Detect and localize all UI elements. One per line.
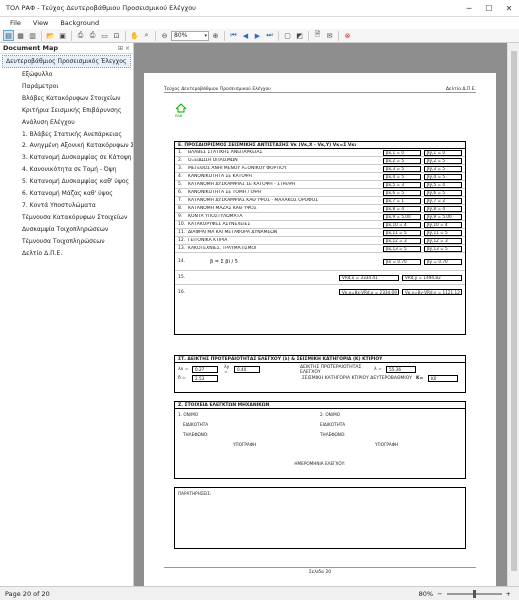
beta-row: 10. ΚΑΤΑΚΟΡΥΦΕΣ ΑΣΥΝΕΧΕΙΕΣ βx,10 = 4 βy,10 … bbox=[175, 221, 465, 229]
docmap-item[interactable]: 5. Κατανομή Δυσκαμψίας καθ' ύψος bbox=[0, 176, 133, 188]
docmap-item[interactable]: 2. Ανηγμένη Αξονική Κατακόρυφων Στ... bbox=[0, 140, 133, 152]
chevron-down-icon: ▾ bbox=[204, 32, 207, 39]
docmap-item[interactable]: 1. Βλάβες Στατικής Ανεπάρκειας bbox=[0, 129, 133, 141]
menu-view[interactable]: View bbox=[27, 19, 54, 27]
first-page-icon[interactable]: ⏮ bbox=[228, 30, 239, 41]
close-preview-icon[interactable]: ⊗ bbox=[342, 30, 353, 41]
section-z: Ζ. ΣΤΟΙΧΕΙΑ ΕΛΕΓΚΤΩΝ ΜΗΧΑΝΙΚΩΝ 1. ΟΝ/ΜΟ … bbox=[174, 401, 466, 479]
docmap-root[interactable]: Δευτεροβάθμιος Προσεισμικός Έλεγχος bbox=[2, 55, 131, 68]
lambda-row: λx = 0.27 λy = 0.40 ΔΕΙΚΤΗΣ ΠΡΟΤΕΡΑΙΟΤΗΤ… bbox=[175, 365, 465, 375]
row-15: 15. VRd,x = 3334.41 VRd,y = 1494.82 bbox=[175, 271, 465, 285]
beta-row: 9. ΚΟΝΤΑ ΥΠΟΣΤΥΛΩΜΑΤΑ βx,9 = 5.00 βy,9 = 5.… bbox=[175, 213, 465, 221]
beta-row: 11. ΔΙΑΦΡΑΓΜΑ ΚΑΙ ΜΕΤΑΦΟΡΑ ΔΥΝΑΜΕΩΝ βx,11 … bbox=[175, 229, 465, 237]
window-title: ΤΟΛ ΡΑΦ - Τεύχος Δευτεροβάθμιου Προσεισμ… bbox=[6, 4, 196, 12]
docmap-list: Εξώφυλλο Παράμετροι Βλάβες Κατακόρυφων Στο… bbox=[0, 69, 133, 260]
document-viewer[interactable]: Τεύχος Δευτεροβάθμιου Προσεισμικού Ελέγχ… bbox=[134, 43, 507, 586]
section-st: ΣΤ. ΔΕΙΚΤΗΣ ΠΡΟΤΕΡΑΙΟΤΗΤΑΣ ΕΛΕΓΧΟΥ (λ) &… bbox=[174, 355, 466, 393]
docmap-item[interactable]: Παράμετροι bbox=[0, 81, 133, 93]
row-16: 16. Vκ,x=βx·VRd,x = 2334.09 Vκ,y=βy·VRd,… bbox=[175, 285, 465, 299]
background-color-icon[interactable]: ◩ bbox=[294, 30, 305, 41]
beta-row: 12. ΓΕΙΤΟΝΙΚΑ ΚΤΙΡΙΑ βx,12 = 3 βy,12 = 3 bbox=[175, 237, 465, 245]
beta-row: 2. ΟΞΕΙΔΩΣΗ ΟΠΛΙΣΜΩΝ βx,2 = 5 βy,2 = 5 bbox=[175, 157, 465, 165]
beta-row: 4. ΚΑΝΟΝΙΚΟΤΗΤΑ ΣΕ ΚΑΤΟΨΗ βx,4 = 5 βy,4 = 5 bbox=[175, 173, 465, 181]
docmap-item[interactable]: 3. Κατανομή Δυσκαμψίας σε Κάτοψη - ... bbox=[0, 152, 133, 164]
docmap-item[interactable]: Δελτίο Δ.Π.Ε. bbox=[0, 248, 133, 260]
save-icon[interactable]: ▣ bbox=[57, 30, 68, 41]
quick-print-icon[interactable]: ⎙ bbox=[87, 30, 98, 41]
toolbar: ▤ ▦ ▥ 📂 ▣ ⎙ ⎙ ▭ ⊡ ✋ ⌕ ⊖ 80% ▾ ⊕ ⏮ ◀ ▶ ⏭ ▢… bbox=[0, 29, 519, 43]
title-bar: ΤΟΛ ΡΑΦ - Τεύχος Δευτεροβάθμιου Προσεισμ… bbox=[0, 0, 519, 17]
page-footer: Σελίδα 20 bbox=[164, 567, 476, 575]
pin-icon[interactable]: ⊞ × bbox=[118, 45, 130, 52]
document-map-icon[interactable]: ▤ bbox=[3, 30, 14, 41]
magnifier-icon[interactable]: ⌕ bbox=[141, 30, 152, 41]
document-map-panel: Document Map ⊞ × Δευτεροβάθμιος Προσεισμ… bbox=[0, 43, 134, 586]
notes-box: ΠΑΡΑΤΗΡΗΣΕΙΣ: bbox=[174, 487, 466, 549]
docmap-item[interactable]: Τέμνουσα Τοιχοπληρώσεων bbox=[0, 236, 133, 248]
scale-icon[interactable]: ⊡ bbox=[111, 30, 122, 41]
docmap-item[interactable]: Ανάλυση Ελέγχου bbox=[0, 117, 133, 129]
beta-row: 1. ΒΛΑΒΕΣ ΣΤΑΤΙΚΗΣ ΑΝΕΠΑΡΚΕΙΑΣ βx,1 = 0 βy,… bbox=[175, 149, 465, 157]
beta-rows: 1. ΒΛΑΒΕΣ ΣΤΑΤΙΚΗΣ ΑΝΕΠΑΡΚΕΙΑΣ βx,1 = 0 βy,… bbox=[175, 149, 465, 253]
menu-file[interactable]: File bbox=[4, 19, 27, 27]
docmap-item[interactable]: 7. Κοντά Υποστυλώματα bbox=[0, 200, 133, 212]
document-map-header: Document Map ⊞ × bbox=[0, 43, 133, 54]
section-e-title: Ε. ΠΡΟΣΔΙΟΡΙΣΜΟΣ ΣΕΙΣΜΙΚΗΣ ΑΝΤΙΣΤΑΣΗΣ Vκ… bbox=[175, 142, 465, 149]
docmap-item[interactable]: Δυσκαμψία Τοιχοπληρώσεων bbox=[0, 224, 133, 236]
menu-bar: File View Background bbox=[0, 17, 519, 29]
send-email-icon[interactable]: ✉ bbox=[324, 30, 335, 41]
parameters-icon[interactable]: ▥ bbox=[27, 30, 38, 41]
docmap-item[interactable]: Βλάβες Κατακόρυφων Στοιχείων bbox=[0, 93, 133, 105]
export-icon[interactable]: 🗎 bbox=[312, 30, 323, 41]
beta-row: 7. ΚΑΤΑΝΟΜΗ ΔΥΣΚΑΜΨΙΑΣ ΚΑΘ ΥΨΟΣ - ΜΑΛΑΚΟΣ… bbox=[175, 197, 465, 205]
docmap-item[interactable]: 4. Κανονικότητα σε Τομή - Όψη bbox=[0, 164, 133, 176]
logo-icon: ΡΑΦ bbox=[175, 103, 197, 118]
close-icon[interactable]: ✕ bbox=[499, 0, 519, 17]
thumbnails-icon[interactable]: ▦ bbox=[15, 30, 26, 41]
beta-row: 8. ΚΑΤΑΝΟΜΗ ΜΑΖΑΣ ΚΑΘ ΥΨΟΣ βx,8 = 4 βy,8 = … bbox=[175, 205, 465, 213]
vertical-scrollbar[interactable] bbox=[507, 43, 519, 586]
docmap-item[interactable]: Τέμνουσα Κατακόρυφων Στοιχείων bbox=[0, 212, 133, 224]
status-bar: Page 20 of 20 80% − + bbox=[0, 586, 519, 600]
zoom-track[interactable] bbox=[446, 589, 502, 598]
last-page-icon[interactable]: ⏭ bbox=[264, 30, 275, 41]
page-header: Τεύχος Δευτεροβάθμιου Προσεισμικού Ελέγχ… bbox=[164, 87, 476, 93]
open-icon[interactable]: 📂 bbox=[45, 30, 56, 41]
hand-tool-icon[interactable]: ✋ bbox=[129, 30, 140, 41]
category-row: δ = 2.53 ΣΕΙΣΜΙΚΗ ΚΑΤΗΓΟΡΙΑ ΚΤΙΡΙΟΥ ΔΕΥΤ… bbox=[175, 374, 465, 383]
docmap-item[interactable]: Εξώφυλλο bbox=[0, 69, 133, 81]
zoom-slider[interactable]: 80% − + bbox=[419, 589, 519, 598]
beta-row: 13. ΚΑΚΟΤΕΧΝΙΕΣ, ΤΡΑΥΜΑΤΙΣΜΟΙ βx,13 = 5 βy,… bbox=[175, 245, 465, 253]
minimize-icon[interactable]: ─ bbox=[459, 0, 479, 17]
print-icon[interactable]: ⎙ bbox=[75, 30, 86, 41]
maximize-icon[interactable]: ☐ bbox=[479, 0, 499, 17]
multipage-icon[interactable]: ▢ bbox=[282, 30, 293, 41]
prev-page-icon[interactable]: ◀ bbox=[240, 30, 251, 41]
next-page-icon[interactable]: ▶ bbox=[252, 30, 263, 41]
menu-background[interactable]: Background bbox=[54, 19, 105, 27]
docmap-item[interactable]: Κριτήρια Σεισμικής Επιβάρυνσης bbox=[0, 105, 133, 117]
section-e: Ε. ΠΡΟΣΔΙΟΡΙΣΜΟΣ ΣΕΙΣΜΙΚΗΣ ΑΝΤΙΣΤΑΣΗΣ Vκ… bbox=[174, 141, 466, 335]
beta-row: 5. ΚΑΤΑΝΟΜΗ ΔΥΣΚΑΜΨΙΑΣ ΣΕ ΚΑΤΟΨΗ - ΣΤΡΕΨΗ… bbox=[175, 181, 465, 189]
zoom-in-icon[interactable]: ⊕ bbox=[210, 30, 221, 41]
report-page: Τεύχος Δευτεροβάθμιου Προσεισμικού Ελέγχ… bbox=[144, 73, 496, 586]
row-14: 14. β = Σ βi / 5 βx = 0.70 βy = 0.70 bbox=[175, 253, 465, 271]
page-setup-icon[interactable]: ▭ bbox=[99, 30, 110, 41]
docmap-item[interactable]: 6. Κατανομή Μάζας καθ' ύψος bbox=[0, 188, 133, 200]
beta-row: 6. ΚΑΝΟΝΙΚΟΤΗΤΑ ΣΕ ΤΟΜΗ / ΟΨΗ βx,6 = 5 βy,6… bbox=[175, 189, 465, 197]
zoom-select[interactable]: 80% ▾ bbox=[171, 30, 209, 41]
beta-row: 3. ΜΕΓΕΘΟΣ ΑΝΗΓΜΕΝΟΥ ΑΞΟΝΙΚΟΥ ΦΟΡΤΙΟΥ βx,3… bbox=[175, 165, 465, 173]
zoom-out-icon[interactable]: ⊖ bbox=[159, 30, 170, 41]
page-indicator: Page 20 of 20 bbox=[5, 589, 50, 598]
